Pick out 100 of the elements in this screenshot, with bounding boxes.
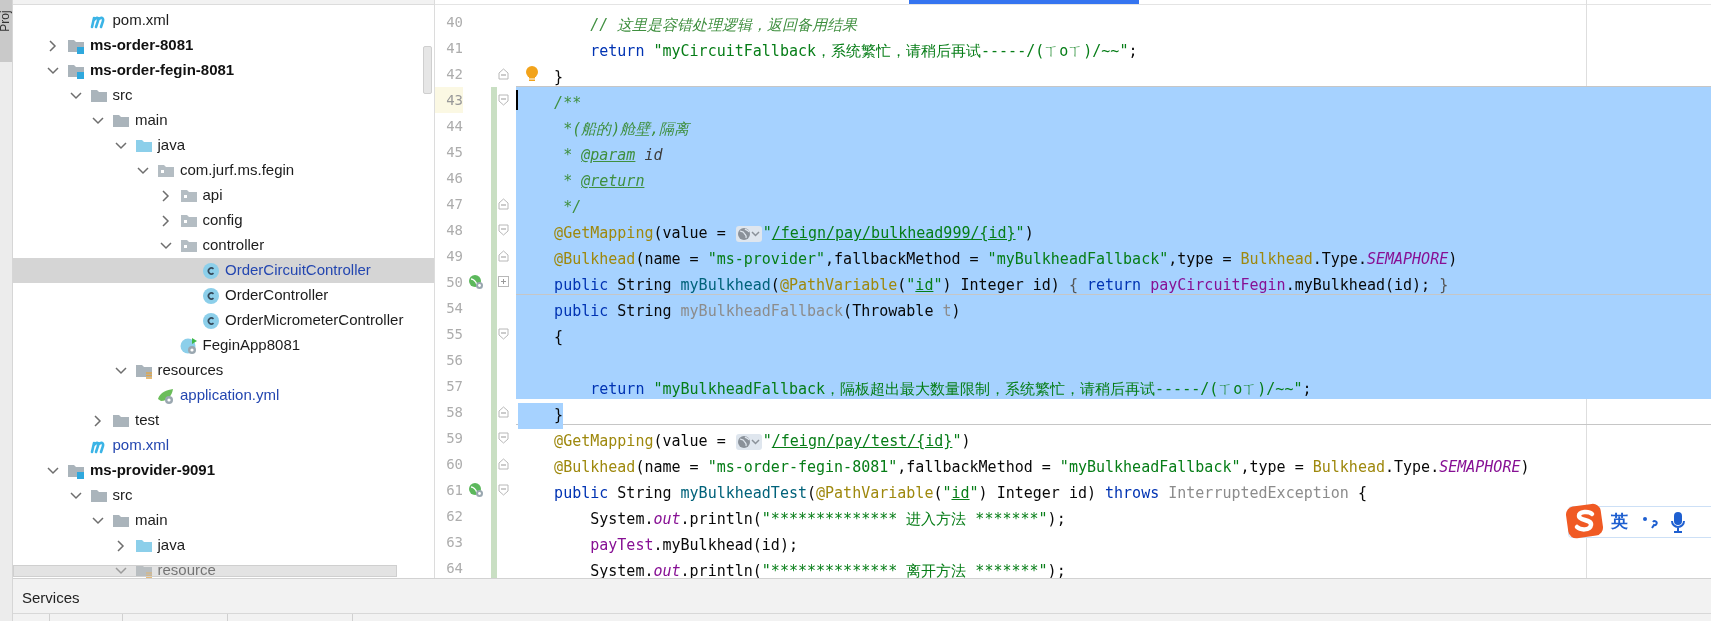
tree-row[interactable]: controller (13, 233, 434, 258)
tree-item-label: FeginApp8081 (202, 335, 301, 356)
code-token: (value = (653, 223, 727, 245)
fold-marker-icon[interactable] (498, 458, 509, 470)
globe-dropdown-icon[interactable] (735, 433, 762, 450)
tree-row[interactable]: java (13, 133, 434, 158)
tree-row[interactable]: com.jurf.ms.fegin (13, 158, 434, 183)
line-number: 49 (445, 247, 463, 266)
line-number: 44 (445, 117, 463, 136)
line-number: 46 (445, 169, 463, 188)
tree-item-label: api (202, 185, 223, 206)
change-marker[interactable] (491, 87, 497, 113)
class-icon (202, 286, 220, 305)
tree-item-label: pom.xml (112, 435, 170, 456)
tree-row[interactable]: resources (13, 358, 434, 383)
tree-row[interactable]: OrderController (13, 283, 434, 308)
lightbulb-icon[interactable] (525, 65, 539, 83)
fold-marker-icon[interactable] (498, 68, 509, 80)
code-token: (value = (653, 431, 727, 453)
chevron-right-icon[interactable] (116, 539, 125, 552)
fold-marker-icon[interactable] (498, 484, 509, 496)
fold-marker-icon[interactable] (498, 406, 509, 418)
fold-marker-icon[interactable] (498, 328, 509, 340)
chevron-down-icon[interactable] (114, 566, 127, 575)
tree-row[interactable]: pom.xml (13, 8, 434, 33)
logo-icon[interactable] (1565, 502, 1605, 540)
fold-marker-icon[interactable] (498, 198, 509, 210)
tree-item-label: ms-provider-9091 (90, 460, 216, 481)
code-line: } (554, 67, 564, 89)
tree-row[interactable]: ms-order-fegin-8081 (13, 58, 434, 83)
endpoint-icon[interactable] (468, 274, 484, 290)
chevron-down-icon[interactable] (114, 366, 127, 375)
chevron-down-icon[interactable] (92, 116, 104, 125)
chevron-right-icon[interactable] (161, 214, 170, 227)
tree-item-label: config (202, 210, 243, 231)
code-line: // 这里是容错处理逻辑，返回备用结果 (590, 15, 858, 37)
chevron-down-icon[interactable] (69, 491, 82, 500)
chevron-down-icon[interactable] (159, 241, 172, 250)
code-token: " (952, 431, 962, 453)
services-tab[interactable]: Services (22, 587, 80, 610)
line-number: 48 (445, 221, 463, 240)
endpoint-icon[interactable] (468, 482, 484, 498)
chevron-down-icon[interactable] (47, 466, 59, 475)
chevron-down-icon[interactable] (47, 66, 59, 75)
tree-row[interactable]: test (13, 408, 434, 433)
tree-row[interactable]: FeginApp8081 (13, 333, 434, 358)
tree-row[interactable]: src (13, 483, 434, 508)
tree-item-label: test (135, 410, 160, 431)
tree-row[interactable]: application.yml (13, 383, 434, 408)
chevron-down-icon[interactable] (137, 166, 149, 175)
code-token: ) (961, 431, 971, 453)
chevron-right-icon[interactable] (94, 414, 102, 427)
fold-marker-icon[interactable] (498, 94, 509, 106)
line-number: 54 (445, 299, 463, 318)
tree-item-label: java (157, 535, 186, 556)
chevron-down-icon[interactable] (69, 91, 82, 100)
leaf-icon (157, 386, 175, 405)
line-number: 60 (445, 455, 463, 474)
tree-row[interactable]: api (13, 183, 434, 208)
code-editor[interactable] (435, 0, 1711, 578)
horizontal-scrollbar[interactable] (13, 565, 397, 577)
tree-row[interactable]: OrderMicrometerController (13, 308, 434, 333)
chevron-right-icon[interactable] (49, 39, 57, 52)
tree-row[interactable]: src (13, 83, 434, 108)
tree-row[interactable]: config (13, 208, 434, 233)
tree-row[interactable]: resource (13, 558, 434, 578)
fold-marker-icon[interactable] (498, 432, 509, 444)
input-mode-label[interactable]: 英 (1611, 509, 1628, 535)
class-icon (202, 311, 220, 330)
tree-item-label: src (112, 85, 133, 106)
fold-marker-icon[interactable] (498, 250, 509, 262)
tree-row[interactable]: OrderCircuitController (13, 258, 434, 283)
chevron-down-icon[interactable] (92, 516, 104, 525)
code-line: payTest.myBulkhead(id); (590, 535, 798, 557)
line-number: 58 (445, 403, 463, 422)
tree-row[interactable]: main (13, 108, 434, 133)
code-line: public String myBulkheadTest(@PathVariable("id") Integer id) throws InterruptedException { (554, 483, 1367, 505)
chevron-right-icon[interactable] (161, 189, 170, 202)
code-line: { (554, 327, 564, 349)
code-line: System.out.println("************** 进入方法 *******"); (590, 509, 1066, 531)
code-line: return "myCircuitFallback，系统繁忙，请稍后再试-----/(ㄒoㄒ)/~~"; (590, 41, 1138, 63)
scrollbar-thumb[interactable] (423, 46, 432, 94)
tree-row[interactable]: java (13, 533, 434, 558)
tree-row[interactable]: pom.xml (13, 433, 434, 458)
expand-fold-icon[interactable] (498, 276, 509, 287)
active-tab-indicator[interactable] (909, 0, 1139, 4)
tree-row[interactable]: ms-provider-9091 (13, 458, 434, 483)
tree-item-label: OrderController (225, 285, 329, 306)
microphone-icon[interactable] (1670, 511, 1686, 533)
line-number: 63 (445, 533, 463, 552)
tree-row[interactable]: ms-order-8081 (13, 33, 434, 58)
code-line: * @param id (563, 145, 663, 167)
project-tab[interactable]: Proj (0, 0, 12, 62)
tree-item-label: com.jurf.ms.fegin (180, 160, 295, 181)
tree-row[interactable]: main (13, 508, 434, 533)
fold-marker-icon[interactable] (498, 224, 509, 236)
code-line: public String myBulkheadFallback(Throwable t) (554, 301, 961, 323)
chevron-down-icon[interactable] (114, 141, 127, 150)
globe-dropdown-icon[interactable] (735, 225, 762, 242)
change-marker[interactable] (491, 555, 497, 578)
